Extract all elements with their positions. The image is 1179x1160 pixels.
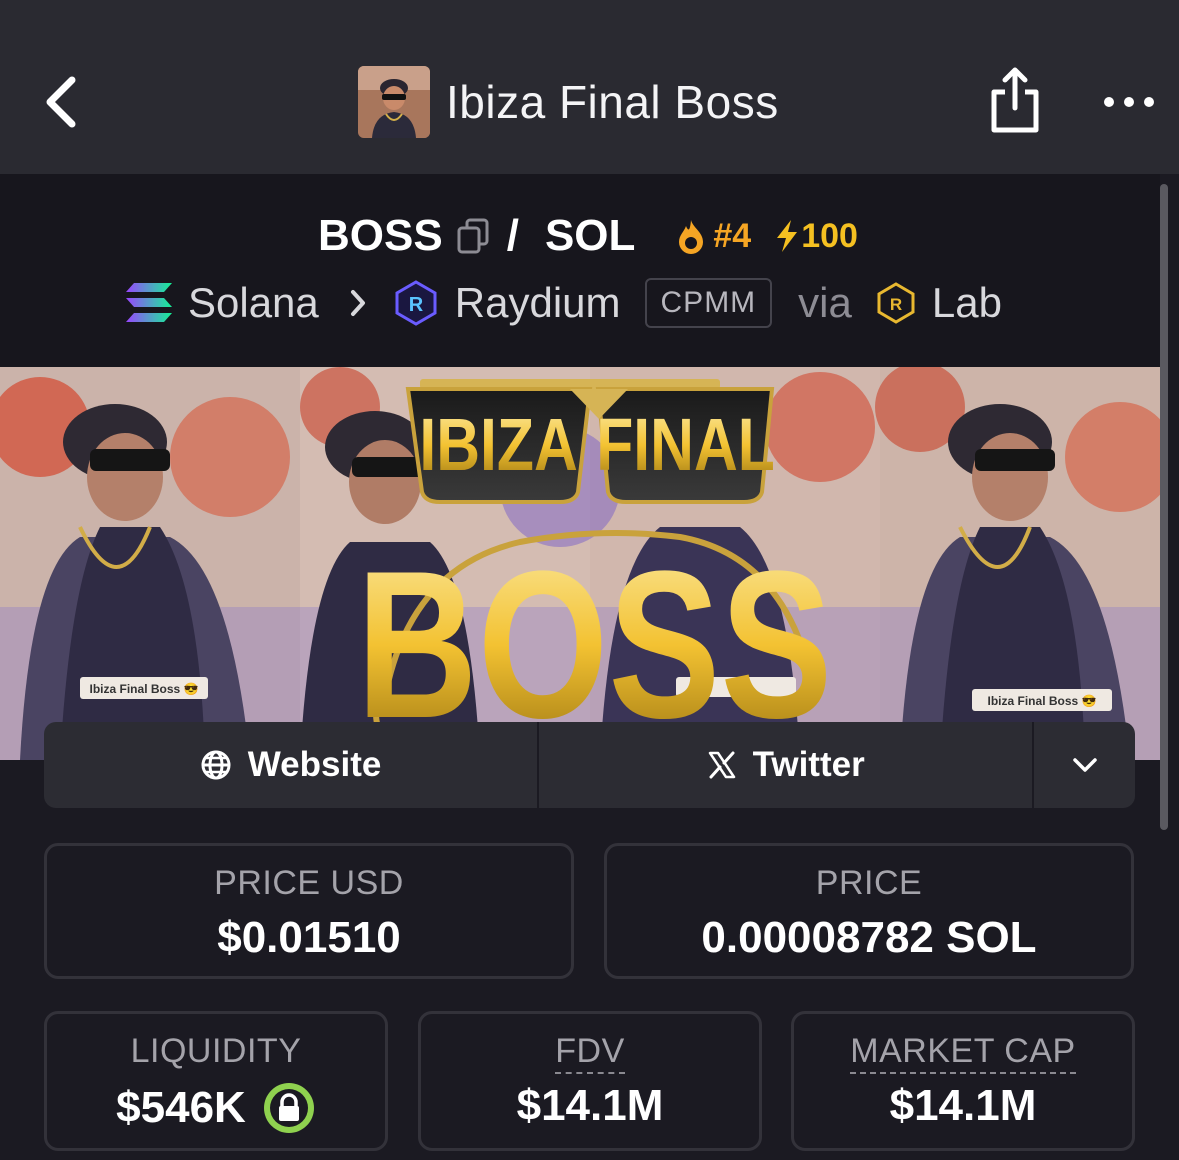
price-usd-card: PRICE USD $0.01510 <box>44 843 574 979</box>
dex-name[interactable]: Raydium <box>455 279 621 327</box>
fdv-card: FDV $14.1M <box>418 1011 762 1151</box>
liquidity-value: $546K <box>116 1083 246 1132</box>
token-banner: Ibiza Final Boss 😎 Ibiza Final Boss 😎 IB… <box>0 367 1165 760</box>
trending-rank[interactable]: #4 <box>675 217 751 256</box>
raydium-lab-icon: R <box>877 282 915 324</box>
liquidity-card: LIQUIDITY $546K <box>44 1011 388 1151</box>
fdv-label[interactable]: FDV <box>555 1032 625 1074</box>
banner-caption-1: Ibiza Final Boss 😎 <box>90 682 199 696</box>
banner-image: Ibiza Final Boss 😎 Ibiza Final Boss 😎 IB… <box>0 367 1165 760</box>
boost-count: 100 <box>801 216 858 255</box>
price-value: 0.00008782 SOL <box>701 913 1037 962</box>
solana-icon <box>126 283 172 322</box>
quote-symbol: SOL <box>544 211 636 260</box>
lightning-icon <box>777 220 798 252</box>
liquidity-row: $546K <box>47 1081 385 1135</box>
pair-row: BOSS / SOL #4 100 <box>318 210 858 262</box>
lab-name[interactable]: Lab <box>932 279 1002 327</box>
pair-separator: / <box>506 211 519 260</box>
more-options-button[interactable] <box>1100 88 1158 116</box>
mcap-value: $14.1M <box>889 1081 1037 1130</box>
rank-text: #4 <box>713 216 752 255</box>
banner-word-final: FINAL <box>596 404 775 486</box>
share-button[interactable] <box>988 66 1042 136</box>
mcap-label-wrap: MARKET CAP <box>794 1032 1132 1074</box>
raydium-icon: R <box>395 280 437 326</box>
fdv-label-wrap: FDV <box>421 1032 759 1074</box>
chain-name[interactable]: Solana <box>188 279 319 327</box>
share-icon <box>991 67 1039 133</box>
website-button[interactable]: Website <box>44 722 540 808</box>
x-logo-icon <box>708 751 735 779</box>
price-label: PRICE <box>815 864 923 902</box>
mcap-label[interactable]: MARKET CAP <box>850 1032 1076 1074</box>
price-native-card: PRICE 0.00008782 SOL <box>604 843 1134 979</box>
top-bar: Ibiza Final Boss <box>0 0 1179 174</box>
website-label: Website <box>247 745 382 784</box>
svg-text:R: R <box>890 295 902 314</box>
chain-row: Solana R Raydium CPMM via R Lab <box>124 276 1002 330</box>
links-bar: Website Twitter <box>44 722 1135 808</box>
svg-text:R: R <box>409 294 424 316</box>
price-usd-value: $0.01510 <box>217 913 401 962</box>
chevron-left-icon <box>46 76 76 128</box>
more-links-button[interactable] <box>1034 722 1135 808</box>
token-avatar <box>358 66 430 138</box>
token-title: Ibiza Final Boss <box>358 66 779 138</box>
pair-section <box>0 174 1160 367</box>
market-cap-card: MARKET CAP $14.1M <box>791 1011 1135 1151</box>
via-label: via <box>798 279 852 326</box>
copy-icon[interactable] <box>457 218 489 254</box>
globe-icon <box>201 750 231 780</box>
more-dots-icon <box>1104 97 1154 107</box>
twitter-label: Twitter <box>752 745 865 784</box>
pool-type-badge: CPMM <box>644 278 773 328</box>
liquidity-label: LIQUIDITY <box>130 1032 302 1070</box>
price-usd-label: PRICE USD <box>214 864 404 902</box>
flame-icon <box>679 220 704 254</box>
chevron-right-icon <box>350 290 365 316</box>
lock-icon[interactable] <box>262 1081 316 1135</box>
chevron-down-icon <box>1072 758 1097 772</box>
fdv-value: $14.1M <box>516 1081 664 1130</box>
twitter-button[interactable]: Twitter <box>539 722 1035 808</box>
back-button[interactable] <box>38 70 88 134</box>
page-title: Ibiza Final Boss <box>446 76 779 128</box>
scrollbar[interactable] <box>1160 184 1168 830</box>
base-symbol: BOSS <box>318 211 443 260</box>
boost-badge[interactable]: 100 <box>773 217 858 256</box>
banner-word-ibiza: IBIZA <box>419 404 577 486</box>
banner-caption-4: Ibiza Final Boss 😎 <box>988 694 1097 708</box>
